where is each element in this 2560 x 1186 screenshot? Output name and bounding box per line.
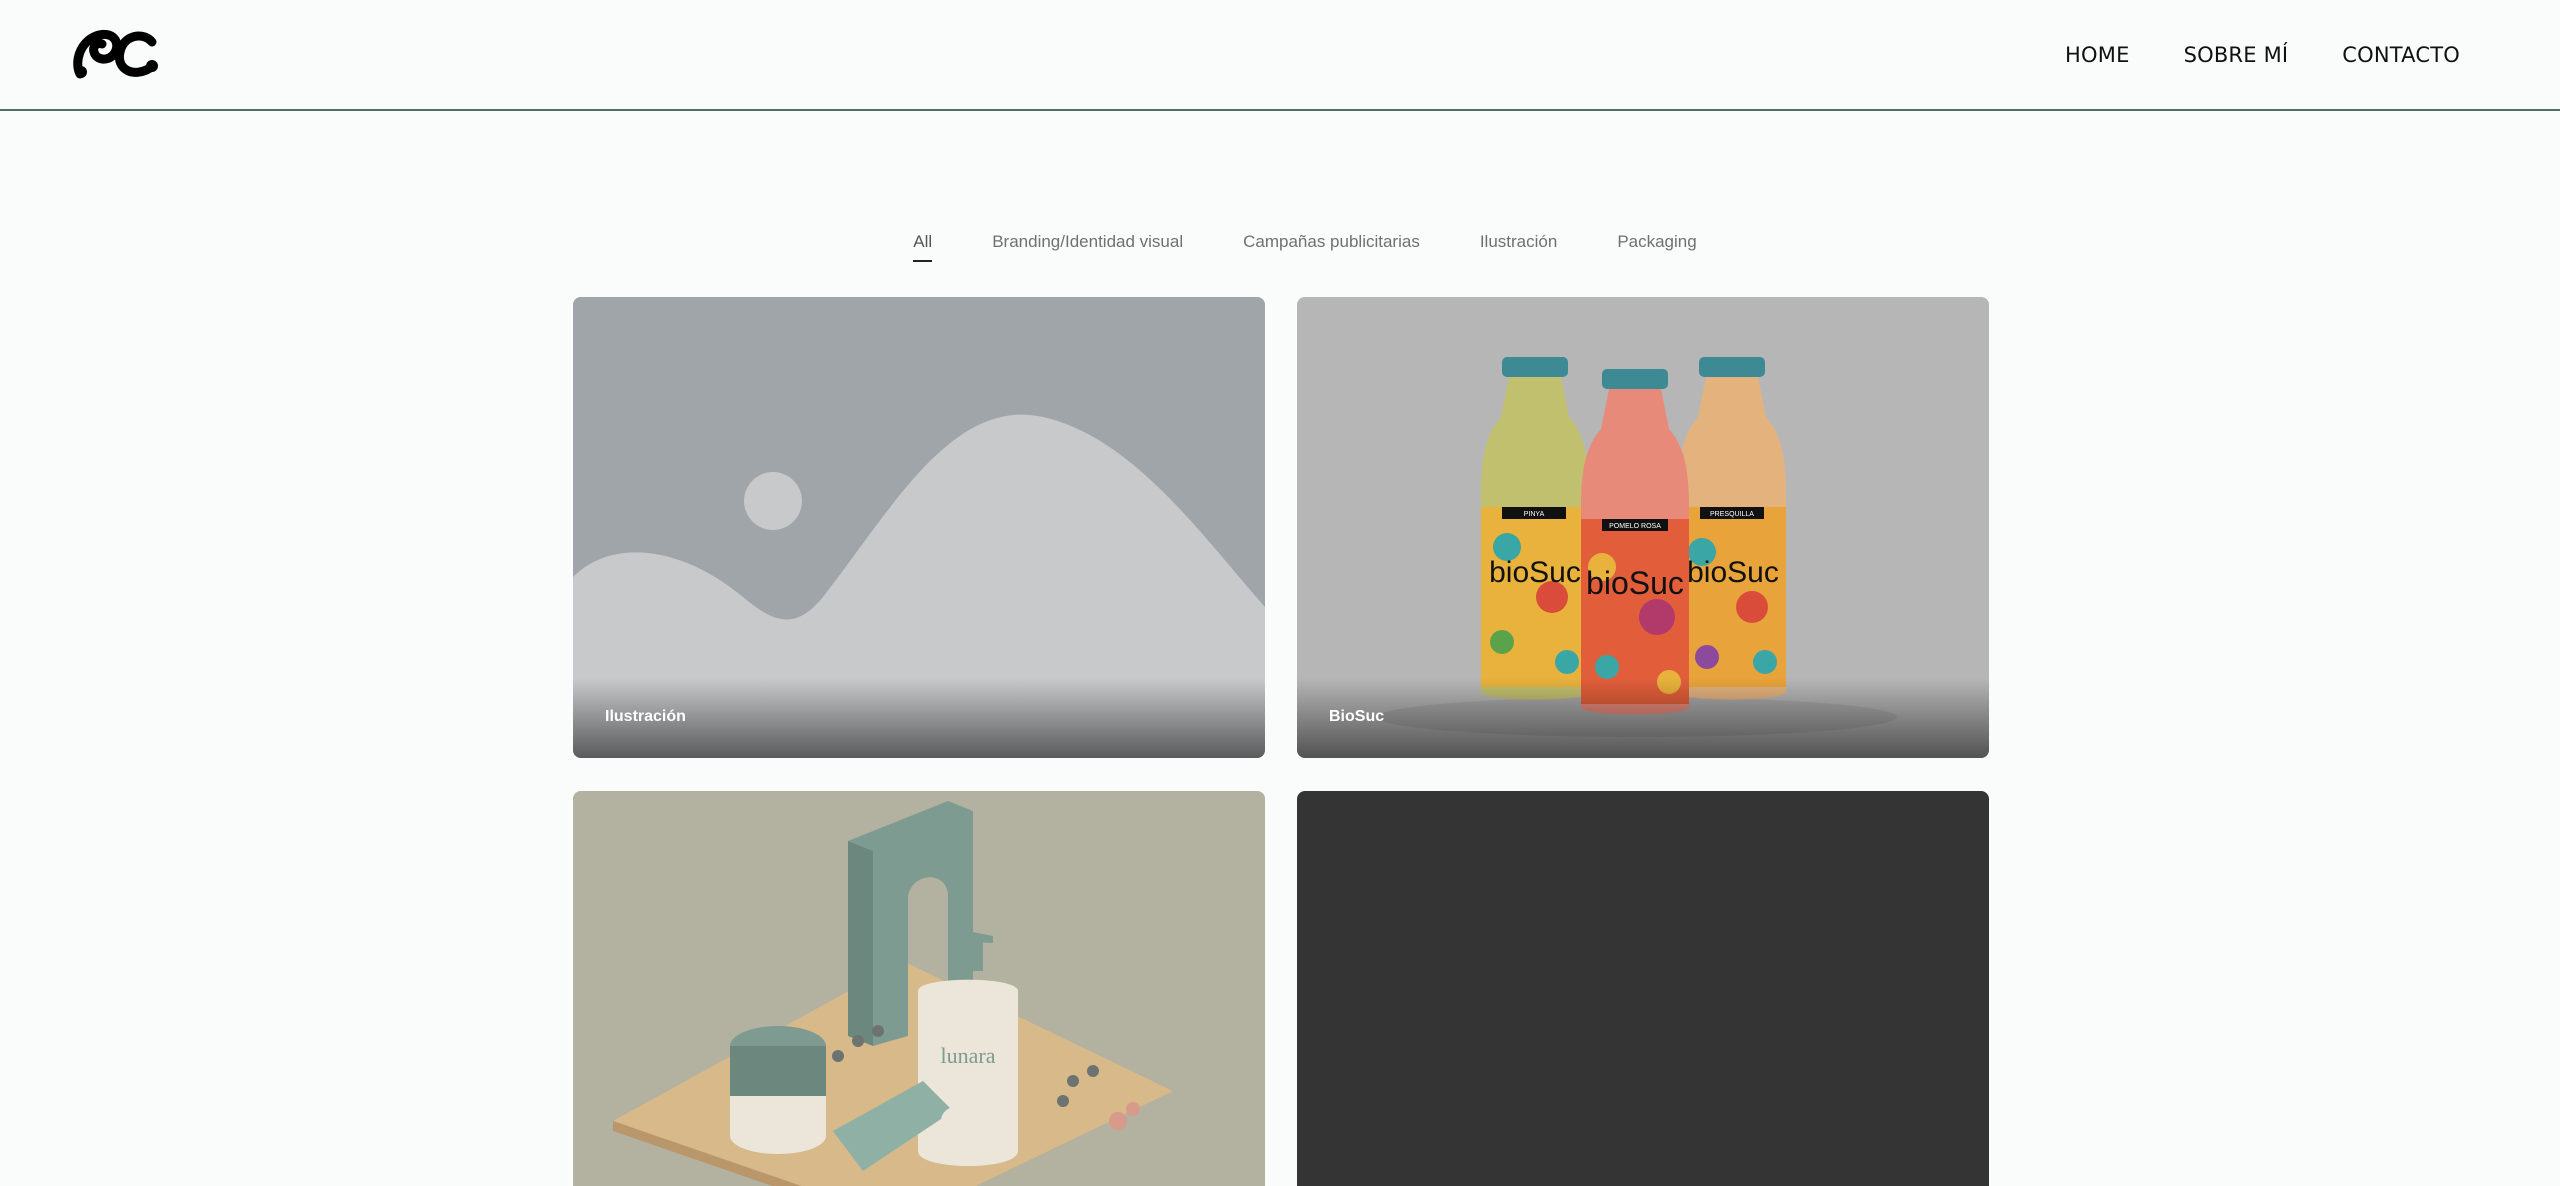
- brand-label: bioSuc: [1586, 565, 1684, 601]
- nav-contacto[interactable]: CONTACTO: [2342, 43, 2460, 67]
- bottle-label-pinya: PINYA: [1524, 511, 1545, 518]
- site-header: HOME SOBRE MÍ CONTACTO: [0, 0, 2560, 111]
- brand-label: bioSuc: [1687, 556, 1779, 589]
- cosmetics-photo: lunara: [573, 791, 1265, 1186]
- filter-branding[interactable]: Branding/Identidad visual: [992, 232, 1183, 262]
- bottle-label-presquilla: PRESQUILLA: [1710, 511, 1754, 518]
- brand-label: bioSuc: [1489, 556, 1581, 589]
- project-title: Ilustración: [605, 708, 686, 725]
- nav-sobre-mi[interactable]: SOBRE MÍ: [2184, 43, 2289, 67]
- project-title: BioSuc: [1329, 708, 1385, 725]
- card-shade: [1297, 678, 1989, 758]
- lunara-label: lunara: [941, 1043, 996, 1068]
- project-card-dark[interactable]: [1297, 791, 1989, 1186]
- pc-logo-icon: [73, 30, 158, 79]
- project-card-biosuc[interactable]: PINYA bioSuc PRESQUILLA bioSuc POMELO RO…: [1297, 297, 1989, 758]
- main-nav: HOME SOBRE MÍ CONTACTO: [2065, 0, 2560, 109]
- filter-all[interactable]: All: [913, 232, 932, 262]
- bottle-label-pomelo: POMELO ROSA: [1609, 523, 1661, 530]
- filter-campanas[interactable]: Campañas publicitarias: [1243, 232, 1420, 262]
- project-card-ilustracion[interactable]: Ilustración: [573, 297, 1265, 758]
- filter-packaging[interactable]: Packaging: [1617, 232, 1696, 262]
- project-card-lunara[interactable]: lunara: [573, 791, 1265, 1186]
- nav-home[interactable]: HOME: [2065, 43, 2130, 67]
- filter-ilustracion[interactable]: Ilustración: [1480, 232, 1557, 262]
- category-filters: All Branding/Identidad visual Campañas p…: [0, 232, 2560, 262]
- logo[interactable]: [72, 28, 160, 80]
